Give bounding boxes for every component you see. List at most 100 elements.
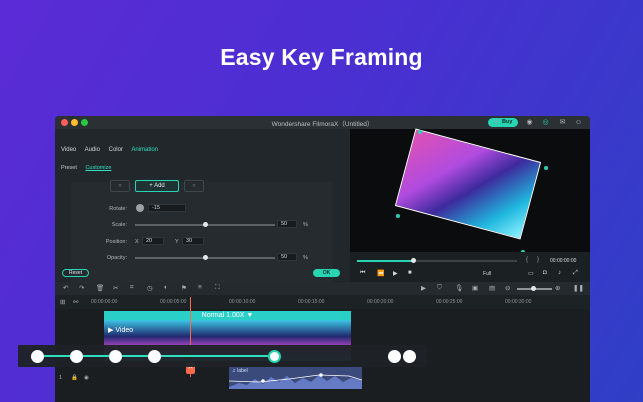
ruler-tick: 00:00:10:00 <box>229 299 256 305</box>
transform-handle[interactable] <box>396 214 400 218</box>
subtitle-icon[interactable]: ▤ <box>489 284 495 292</box>
keyframe-dot[interactable] <box>70 350 83 363</box>
opacity-unit: % <box>303 255 308 261</box>
user-icon[interactable]: ☺ <box>574 118 583 127</box>
keyframe-panel <box>71 182 333 282</box>
add-keyframe-button[interactable]: + Add <box>135 180 179 192</box>
speed-icon[interactable]: ◷ <box>147 284 153 292</box>
crop-icon[interactable]: ⌗ <box>130 284 134 292</box>
title-bar: Wondershare FilmoraX（Untitled） 🛒 Buy ◉ ◎… <box>55 116 590 129</box>
keyframe-dot[interactable] <box>31 350 44 363</box>
transform-handle[interactable] <box>544 166 548 170</box>
opacity-input[interactable]: 50 <box>277 253 297 261</box>
position-y-input[interactable]: 30 <box>182 237 204 245</box>
rotate-label: Rotate: <box>109 206 127 212</box>
tab-audio[interactable]: Audio <box>85 147 100 153</box>
account-icon[interactable]: ◉ <box>525 118 534 127</box>
editor-tabs: Video Audio Color Animation <box>61 147 165 153</box>
ruler-tick: 00:00:30:00 <box>505 299 532 305</box>
support-icon[interactable]: ◎ <box>541 118 550 127</box>
keyframe-dot[interactable] <box>148 350 161 363</box>
keyframe-dot[interactable] <box>388 350 401 363</box>
opacity-slider-thumb[interactable] <box>203 255 208 260</box>
video-icon: ▶ <box>108 327 114 334</box>
snapshot-icon[interactable]: ▣ <box>472 284 478 292</box>
preview-scrub-fill <box>357 260 413 262</box>
ok-button[interactable]: OK <box>313 269 340 277</box>
shield-icon[interactable]: ⛉ <box>437 284 442 292</box>
add-track-icon[interactable]: ⊞ <box>60 298 65 306</box>
fullscreen-icon[interactable]: ⤢ <box>573 270 578 277</box>
ruler-tick: 00:00:25:00 <box>436 299 463 305</box>
position-x-label: X <box>135 239 139 245</box>
zoom-slider-thumb[interactable] <box>531 286 536 291</box>
monitor-icon[interactable]: ▭ <box>528 270 534 277</box>
split-icon[interactable]: ✂ <box>113 284 118 292</box>
rotate-input[interactable]: -15 <box>148 204 186 212</box>
out-bracket-icon[interactable]: } <box>537 257 539 263</box>
zoom-out-icon[interactable]: ⊖ <box>505 284 510 292</box>
clip-name: ▶ Video <box>108 326 133 334</box>
mail-icon[interactable]: ✉ <box>558 118 567 127</box>
animation-subtabs: Preset Customize <box>61 165 118 171</box>
marker-icon[interactable]: ⚑ <box>181 284 187 292</box>
prev-keyframe-button[interactable]: « <box>110 180 130 192</box>
stop-icon[interactable]: ■ <box>408 270 412 276</box>
quality-select[interactable]: Full <box>483 271 491 277</box>
lock-icon[interactable]: 🔒 <box>71 375 78 381</box>
redo-icon[interactable]: ↷ <box>79 284 84 292</box>
tab-animation[interactable]: Animation <box>131 147 158 153</box>
volume-icon[interactable]: ♪ <box>558 270 561 276</box>
clip-speed-label: Normal 1.00X ▼ <box>104 311 351 320</box>
camera-icon[interactable]: ◘ <box>543 270 547 276</box>
delete-icon[interactable]: 🗑 <box>96 284 104 292</box>
tab-video[interactable]: Video <box>61 147 76 153</box>
preview-scrub-thumb[interactable] <box>411 258 416 263</box>
scale-label: Scale: <box>111 222 127 228</box>
preview-timecode: 00:00:00:00 <box>550 258 577 264</box>
keyframe-dot[interactable] <box>109 350 122 363</box>
audio-clip[interactable]: ♫ label <box>229 367 362 389</box>
step-back-icon[interactable]: ⏪ <box>377 270 384 277</box>
eye-icon[interactable]: ◉ <box>84 375 89 381</box>
keyframe-dot[interactable] <box>403 350 416 363</box>
adjust-icon[interactable]: ≡ <box>198 284 202 291</box>
ruler-tick: 00:00:05:00 <box>160 299 187 305</box>
timeline-toolbar: ↶ ↷ 🗑 ✂ ⌗ ◷ ◐ ⚑ ≡ ⛶ ▶ ⛉ 🎙 ▣ ▤ ⊖ ⊕ ❚❚ <box>55 282 590 295</box>
zoom-in-icon[interactable]: ⊕ <box>555 284 560 292</box>
play-icon[interactable]: ▶ <box>393 270 398 277</box>
render-icon[interactable]: ▶ <box>421 284 426 292</box>
scale-slider-thumb[interactable] <box>203 222 208 227</box>
keyframe-arrow <box>161 355 268 357</box>
tab-color[interactable]: Color <box>109 147 123 153</box>
buy-button[interactable]: 🛒 Buy <box>488 118 518 127</box>
mic-icon[interactable]: 🎙 <box>455 284 463 292</box>
audio-waveform <box>229 373 362 389</box>
position-y-label: Y <box>175 239 179 245</box>
next-keyframe-button[interactable]: » <box>184 180 204 192</box>
position-x-input[interactable]: 20 <box>142 237 164 245</box>
cart-icon: 🛒 <box>493 119 501 125</box>
headline: Easy Key Framing <box>220 44 423 70</box>
pause-icon[interactable]: ❚❚ <box>573 284 584 292</box>
rotate-dial[interactable] <box>136 204 144 212</box>
fit-icon[interactable]: ⛶ <box>215 284 220 292</box>
link-icon[interactable]: ⚯ <box>73 298 78 306</box>
color-icon[interactable]: ◐ <box>164 284 168 291</box>
chevron-down-icon: ▼ <box>246 312 254 319</box>
prev-frame-icon[interactable]: ⏮ <box>360 270 365 277</box>
undo-icon[interactable]: ↶ <box>63 284 68 292</box>
preview-controls: { } 00:00:00:00 ⏮ ⏪ ▶ ■ Full ▭ ◘ ♪ ⤢ <box>350 252 590 282</box>
scale-unit: % <box>303 222 308 228</box>
subtab-customize[interactable]: Customize <box>85 165 111 171</box>
subtab-preset[interactable]: Preset <box>61 165 77 171</box>
keyframe-dot-selected[interactable] <box>268 350 281 363</box>
timeline-ruler[interactable]: ⊞ ⚯ 00:00:00:00 00:00:05:00 00:00:10:00 … <box>55 295 590 309</box>
scale-input[interactable]: 50 <box>277 220 297 228</box>
buy-label: Buy <box>502 119 513 125</box>
reset-button[interactable]: Reset <box>62 269 89 277</box>
clip-name-text: Video <box>115 327 134 334</box>
in-bracket-icon[interactable]: { <box>526 257 528 263</box>
clip-speed-text: Normal 1.00X <box>201 312 245 319</box>
transform-handle[interactable] <box>418 130 422 134</box>
